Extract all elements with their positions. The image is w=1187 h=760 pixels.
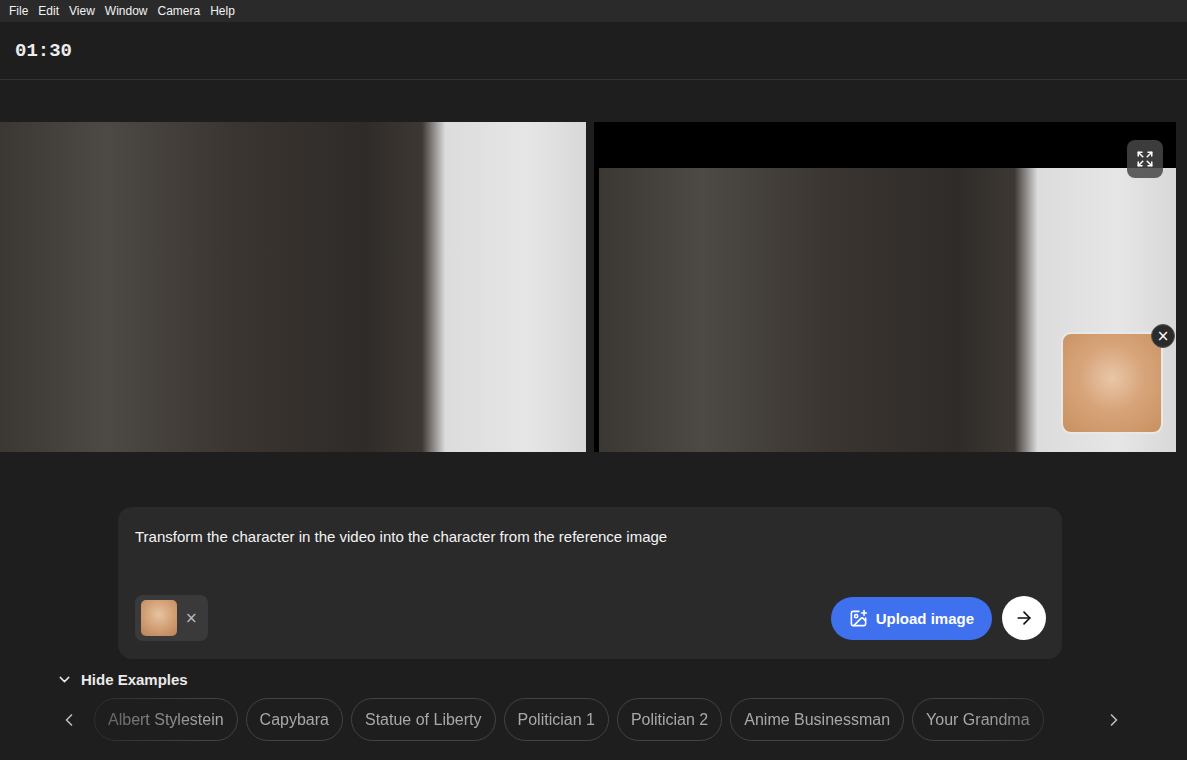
app-window: FileEditViewWindowCameraHelp 01:30 × Transf… — [0, 0, 1187, 760]
attachment-thumbnail — [141, 600, 177, 636]
prompt-footer: × Upload image — [135, 595, 1046, 641]
menu-item[interactable]: File — [4, 4, 33, 18]
menu-item[interactable]: Help — [205, 4, 240, 18]
expand-icon — [1136, 150, 1154, 168]
menu-bar: FileEditViewWindowCameraHelp — [0, 0, 1187, 22]
image-plus-icon — [849, 609, 868, 628]
examples-list: Albert StylesteinCapybaraStatue of Liber… — [94, 698, 1089, 741]
video-row: × — [0, 122, 1187, 452]
example-chip[interactable]: Politician 1 — [504, 698, 609, 741]
header: 01:30 — [0, 22, 1187, 80]
webcam-frame — [0, 122, 586, 452]
reference-thumbnail: × — [1061, 332, 1163, 434]
examples-row: Albert StylesteinCapybaraStatue of Liber… — [0, 698, 1125, 741]
remove-attachment-button[interactable]: × — [185, 609, 198, 627]
example-chip[interactable]: Capybara — [246, 698, 343, 741]
example-chip[interactable]: Politician 2 — [617, 698, 722, 741]
menu-item[interactable]: Window — [100, 4, 153, 18]
arrow-right-icon — [1014, 608, 1034, 628]
prompt-box: Transform the character in the video int… — [118, 507, 1062, 659]
menu-item[interactable]: Edit — [33, 4, 64, 18]
upload-image-button[interactable]: Upload image — [831, 597, 992, 640]
send-button[interactable] — [1002, 596, 1046, 640]
prompt-input[interactable]: Transform the character in the video int… — [135, 527, 1046, 546]
attachment-chip: × — [135, 595, 208, 641]
example-chip[interactable]: Albert Stylestein — [94, 698, 238, 741]
fullscreen-button[interactable] — [1127, 140, 1163, 178]
scroll-left-button[interactable] — [58, 709, 80, 731]
output-video: × — [594, 122, 1176, 452]
chevron-right-icon — [1104, 710, 1124, 730]
example-chip[interactable]: Anime Businessman — [730, 698, 904, 741]
close-reference-button[interactable]: × — [1151, 324, 1175, 348]
scroll-right-button[interactable] — [1103, 709, 1125, 731]
example-chip[interactable]: Your Grandma — [912, 698, 1043, 741]
example-chip[interactable]: Statue of Liberty — [351, 698, 496, 741]
examples-toggle[interactable]: Hide Examples — [52, 669, 192, 690]
chevron-left-icon — [59, 710, 79, 730]
session-timer: 01:30 — [15, 40, 72, 62]
chevron-down-icon — [56, 671, 73, 688]
upload-image-label: Upload image — [876, 610, 974, 627]
examples-toggle-label: Hide Examples — [81, 671, 188, 688]
menu-item[interactable]: Camera — [153, 4, 206, 18]
source-video — [0, 122, 586, 452]
menu-item[interactable]: View — [64, 4, 100, 18]
